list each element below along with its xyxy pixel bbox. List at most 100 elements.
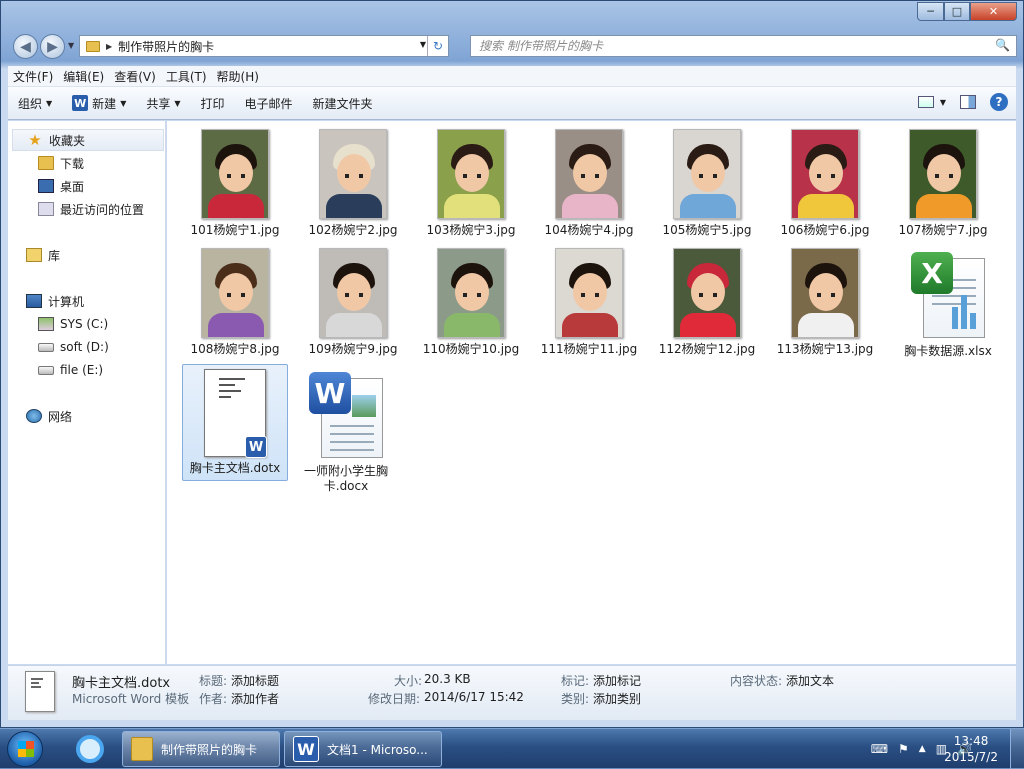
show-desktop-button[interactable] [1010, 729, 1024, 769]
photo-thumbnail [673, 248, 741, 338]
navigation-bar: ◀ ▶ ▼ ▶ 制作带照片的胸卡 ▼ ↻ 🔍 [9, 31, 1017, 61]
photo-thumbnail [319, 129, 387, 219]
forward-arrow-icon: ▶ [47, 38, 58, 55]
menu-bar: 文件(F) 编辑(E) 查看(V) 工具(T) 帮助(H) [8, 66, 1016, 87]
sidebar-item-computer[interactable]: 计算机 [8, 290, 164, 312]
close-button[interactable]: ✕ [970, 2, 1017, 21]
menu-view[interactable]: 查看(V) [109, 68, 161, 85]
keyboard-icon[interactable]: ⌨ [871, 742, 888, 756]
back-button[interactable]: ◀ [13, 34, 38, 59]
maximize-button[interactable]: □ [944, 2, 970, 21]
sidebar-item-drive-c[interactable]: SYS (C:) [8, 313, 164, 335]
search-icon[interactable]: 🔍 [995, 38, 1010, 52]
photo-thumbnail [555, 129, 623, 219]
sidebar-item-libraries[interactable]: 库 [8, 244, 164, 266]
word-document-icon: W [309, 372, 383, 460]
print-button[interactable]: 打印 [191, 87, 235, 119]
file-name: 胸卡主文档.dotx [189, 461, 281, 475]
file-item-photo[interactable]: 108杨婉宁8.jpg [182, 248, 288, 357]
file-item-photo[interactable]: 101杨婉宁1.jpg [182, 129, 288, 238]
sidebar-item-recent[interactable]: 最近访问的位置 [8, 198, 164, 220]
email-button[interactable]: 电子邮件 [235, 87, 303, 119]
modified-label: 修改日期: [368, 692, 421, 706]
internet-explorer-icon [76, 735, 104, 763]
file-item-photo[interactable]: 102杨婉宁2.jpg [300, 129, 406, 238]
file-item-photo[interactable]: 106杨婉宁6.jpg [772, 129, 878, 238]
category-field[interactable]: 添加类别 [593, 690, 641, 707]
minimize-button[interactable]: ─ [917, 2, 944, 21]
view-dropdown-icon[interactable]: ▼ [940, 98, 946, 107]
menu-edit[interactable]: 编辑(E) [58, 68, 109, 85]
search-box[interactable]: 🔍 [470, 35, 1017, 57]
title-field[interactable]: 添加标题 [231, 672, 279, 689]
clock-date: 2015/7/2 [944, 750, 998, 764]
file-item-photo[interactable]: 103杨婉宁3.jpg [418, 129, 524, 238]
file-item-photo[interactable]: 113杨婉宁13.jpg [772, 248, 878, 357]
file-item-photo[interactable]: 104杨婉宁4.jpg [536, 129, 642, 238]
details-filename: 胸卡主文档.dotx [72, 676, 171, 691]
history-dropdown-icon[interactable]: ▼ [68, 41, 74, 50]
sidebar-item-downloads[interactable]: 下载 [8, 152, 164, 174]
file-item-photo[interactable]: 105杨婉宁5.jpg [654, 129, 760, 238]
new-button[interactable]: W 新建 ▼ [62, 87, 136, 119]
photo-thumbnail [437, 129, 505, 219]
file-item-photo[interactable]: 112杨婉宁12.jpg [654, 248, 760, 357]
help-icon[interactable]: ? [990, 93, 1008, 111]
photo-thumbnail [437, 248, 505, 338]
word-icon: W [72, 95, 89, 111]
file-item-photo[interactable]: 111杨婉宁11.jpg [536, 248, 642, 357]
sidebar-item-favorites[interactable]: ★ 收藏夹 [12, 129, 164, 151]
breadcrumb-separator-icon[interactable]: ▶ [106, 42, 112, 51]
file-item-excel[interactable]: X 胸卡数据源.xlsx [895, 252, 1001, 359]
sidebar-item-label: 计算机 [48, 294, 85, 309]
forward-button[interactable]: ▶ [40, 34, 65, 59]
window-controls: ─ □ ✕ [917, 2, 1017, 21]
address-bar[interactable]: ▶ 制作带照片的胸卡 ▼ ↻ [79, 35, 449, 57]
file-name-line2: 卡.docx [323, 479, 369, 493]
preview-pane-icon[interactable] [960, 95, 976, 109]
sidebar-item-drive-e[interactable]: file (E:) [8, 359, 164, 381]
file-item-photo[interactable]: 107杨婉宁7.jpg [890, 129, 996, 238]
share-button[interactable]: 共享 ▼ [136, 87, 190, 119]
desktop-icon [38, 179, 54, 193]
taskbar-word[interactable]: W 文档1 - Microso... [284, 731, 442, 767]
search-input[interactable] [471, 36, 971, 56]
menu-help[interactable]: 帮助(H) [212, 68, 264, 85]
organize-button[interactable]: 组织 ▼ [8, 87, 62, 119]
start-button[interactable] [4, 729, 46, 769]
photo-thumbnail [909, 129, 977, 219]
change-view-icon[interactable] [917, 96, 934, 108]
modified-value: 2014/6/17 15:42 [424, 690, 524, 704]
word-icon: W [293, 736, 319, 762]
refresh-button[interactable]: ↻ [427, 36, 448, 56]
action-center-icon[interactable]: ⚑ [898, 742, 909, 756]
file-item-docx[interactable]: W 一师附小学生胸 卡.docx [293, 372, 399, 494]
sidebar-item-desktop[interactable]: 桌面 [8, 175, 164, 197]
address-dropdown-icon[interactable]: ▼ [420, 40, 426, 49]
file-name: 106杨婉宁6.jpg [780, 223, 870, 237]
sidebar-item-label: SYS (C:) [60, 317, 109, 331]
file-name: 110杨婉宁10.jpg [422, 342, 520, 356]
breadcrumb-current[interactable]: 制作带照片的胸卡 [118, 38, 214, 55]
new-label: 新建 [92, 96, 117, 111]
sidebar-item-network[interactable]: 网络 [8, 405, 164, 427]
show-hidden-icons-icon[interactable]: ▲ [919, 744, 926, 754]
file-item-dotx[interactable]: W 胸卡主文档.dotx [182, 364, 288, 481]
taskbar-explorer[interactable]: 制作带照片的胸卡 [122, 731, 280, 767]
sidebar-item-drive-d[interactable]: soft (D:) [8, 336, 164, 358]
drive-icon [38, 365, 54, 375]
file-item-photo[interactable]: 109杨婉宁9.jpg [300, 248, 406, 357]
tags-label: 标记: [561, 674, 590, 688]
menu-file[interactable]: 文件(F) [8, 68, 58, 85]
quick-launch-ie[interactable] [68, 731, 112, 767]
windows-logo-icon [7, 731, 43, 767]
menu-tools[interactable]: 工具(T) [161, 68, 212, 85]
new-folder-button[interactable]: 新建文件夹 [303, 87, 383, 119]
author-field[interactable]: 添加作者 [231, 690, 279, 707]
file-item-photo[interactable]: 110杨婉宁10.jpg [418, 248, 524, 357]
file-name: 胸卡数据源.xlsx [904, 344, 992, 358]
file-name: 107杨婉宁7.jpg [898, 223, 988, 237]
content-status-field[interactable]: 添加文本 [786, 672, 834, 689]
clock[interactable]: 13:48 2015/7/2 [944, 733, 998, 765]
tags-field[interactable]: 添加标记 [593, 672, 641, 689]
